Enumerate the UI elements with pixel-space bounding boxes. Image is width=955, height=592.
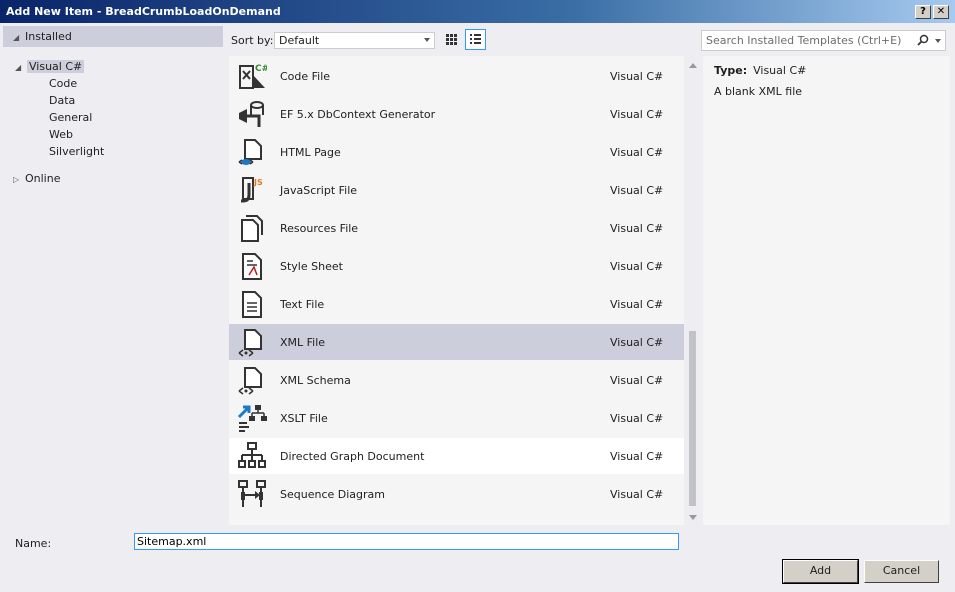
type-label: Type: bbox=[714, 64, 748, 77]
dropdown-arrow-icon bbox=[424, 38, 430, 42]
template-list: C# Code File Visual C# EF 5.x DbContext … bbox=[229, 56, 684, 525]
sequence-diagram-icon bbox=[238, 480, 266, 507]
ef-generator-icon bbox=[239, 101, 264, 127]
template-language: Visual C# bbox=[610, 450, 664, 463]
tree-item-general[interactable]: General bbox=[49, 109, 92, 126]
xslt-file-icon bbox=[237, 405, 267, 432]
tree-item-visual-csharp[interactable]: ◢ Visual C# bbox=[15, 58, 85, 75]
sort-by-select[interactable]: Default bbox=[274, 32, 435, 49]
add-button[interactable]: Add bbox=[782, 559, 859, 584]
tree-item-web[interactable]: Web bbox=[49, 126, 73, 143]
template-name: Text File bbox=[280, 298, 325, 311]
scroll-up-arrow-icon[interactable] bbox=[689, 63, 697, 68]
resources-file-icon bbox=[241, 215, 263, 242]
template-name: XSLT File bbox=[280, 412, 328, 425]
template-details-panel: Type: Visual C# A blank XML file bbox=[703, 56, 950, 525]
collapsed-triangle-icon: ▷ bbox=[13, 175, 20, 184]
svg-text:C#: C# bbox=[255, 64, 267, 74]
tree-item-label: Visual C# bbox=[27, 60, 85, 73]
template-item[interactable]: XML Schema Visual C# bbox=[229, 362, 684, 398]
template-name: Resources File bbox=[280, 222, 359, 235]
tree-header-installed[interactable]: ◢ Installed bbox=[3, 26, 223, 47]
template-item[interactable]: C# Code File Visual C# bbox=[229, 58, 684, 94]
style-sheet-icon bbox=[242, 253, 262, 280]
template-name: Style Sheet bbox=[280, 260, 343, 273]
svg-text:JS: JS bbox=[253, 178, 263, 187]
template-language: Visual C# bbox=[610, 146, 664, 159]
template-name: Directed Graph Document bbox=[280, 450, 425, 463]
installed-label: Installed bbox=[25, 30, 72, 43]
template-name: XML File bbox=[280, 336, 326, 349]
tree-item-online[interactable]: ▷ Online bbox=[13, 170, 60, 187]
search-options-arrow-icon[interactable] bbox=[935, 39, 941, 43]
template-language: Visual C# bbox=[610, 184, 664, 197]
window-title: Add New Item - BreadCrumbLoadOnDemand bbox=[6, 5, 281, 18]
template-name: XML Schema bbox=[280, 374, 351, 387]
html-page-icon bbox=[238, 139, 262, 165]
template-item[interactable]: Directed Graph Document Visual C# bbox=[229, 438, 684, 474]
template-item[interactable]: Resources File Visual C# bbox=[229, 210, 684, 246]
template-item[interactable]: XML File Visual C# bbox=[229, 324, 684, 360]
help-button[interactable]: ? bbox=[915, 5, 931, 19]
template-tree: ◢ Installed ◢ Visual C# Code Data General … bbox=[3, 26, 223, 526]
expanded-triangle-icon: ◢ bbox=[13, 33, 20, 42]
template-language: Visual C# bbox=[610, 260, 664, 273]
template-language: Visual C# bbox=[610, 222, 664, 235]
title-bar: Add New Item - BreadCrumbLoadOnDemand ? … bbox=[0, 0, 955, 23]
template-item[interactable]: Style Sheet Visual C# bbox=[229, 248, 684, 284]
template-language: Visual C# bbox=[610, 374, 664, 387]
template-language: Visual C# bbox=[610, 336, 664, 349]
tree-item-data[interactable]: Data bbox=[49, 92, 75, 109]
name-label: Name: bbox=[15, 537, 52, 550]
sort-by-value: Default bbox=[279, 34, 320, 47]
template-name: JavaScript File bbox=[280, 184, 358, 197]
text-file-icon bbox=[242, 291, 262, 318]
grid-view-icon bbox=[446, 34, 457, 45]
template-name: EF 5.x DbContext Generator bbox=[280, 108, 436, 121]
template-name: Code File bbox=[280, 70, 331, 83]
medium-icons-view-button[interactable] bbox=[441, 29, 462, 50]
template-item[interactable]: JS JavaScript File Visual C# bbox=[229, 172, 684, 208]
xml-file-icon bbox=[238, 329, 262, 357]
search-templates-input[interactable]: Search Installed Templates (Ctrl+E) bbox=[701, 30, 946, 51]
javascript-file-icon: JS bbox=[241, 177, 263, 203]
template-language: Visual C# bbox=[610, 70, 664, 83]
template-language: Visual C# bbox=[610, 412, 664, 425]
type-value: Visual C# bbox=[753, 64, 807, 77]
template-language: Visual C# bbox=[610, 108, 664, 121]
close-button[interactable]: ✕ bbox=[933, 5, 949, 19]
template-item[interactable]: Sequence Diagram Visual C# bbox=[229, 476, 684, 512]
xml-schema-icon bbox=[238, 367, 262, 395]
list-view-button[interactable] bbox=[465, 29, 486, 50]
name-input[interactable] bbox=[134, 533, 679, 550]
template-item[interactable]: XSLT File Visual C# bbox=[229, 400, 684, 436]
add-new-item-dialog: ◢ Installed ◢ Visual C# Code Data General … bbox=[0, 23, 955, 592]
template-item[interactable]: HTML Page Visual C# bbox=[229, 134, 684, 170]
template-name: Sequence Diagram bbox=[280, 488, 385, 501]
template-language: Visual C# bbox=[610, 488, 664, 501]
list-view-icon bbox=[470, 34, 481, 44]
template-language: Visual C# bbox=[610, 298, 664, 311]
scroll-down-arrow-icon[interactable] bbox=[689, 515, 697, 520]
sort-by-label: Sort by: bbox=[231, 34, 274, 47]
template-list-scrollbar[interactable] bbox=[686, 56, 700, 525]
template-type: Type: Visual C# bbox=[714, 64, 806, 77]
search-icon[interactable] bbox=[917, 34, 929, 46]
directed-graph-icon bbox=[238, 442, 266, 468]
expanded-triangle-icon: ◢ bbox=[15, 63, 22, 72]
scrollbar-thumb[interactable] bbox=[689, 331, 696, 506]
tree-item-code[interactable]: Code bbox=[49, 75, 77, 92]
search-placeholder: Search Installed Templates (Ctrl+E) bbox=[706, 34, 902, 47]
cancel-button[interactable]: Cancel bbox=[864, 560, 939, 583]
template-name: HTML Page bbox=[280, 146, 341, 159]
tree-item-label: Online bbox=[25, 172, 61, 185]
template-item[interactable]: Text File Visual C# bbox=[229, 286, 684, 322]
tree-item-silverlight[interactable]: Silverlight bbox=[49, 143, 104, 160]
template-description: A blank XML file bbox=[714, 85, 803, 98]
template-item[interactable]: EF 5.x DbContext Generator Visual C# bbox=[229, 96, 684, 132]
dialog-footer: Name: Add Cancel bbox=[0, 526, 955, 592]
code-file-icon: C# bbox=[239, 64, 267, 89]
